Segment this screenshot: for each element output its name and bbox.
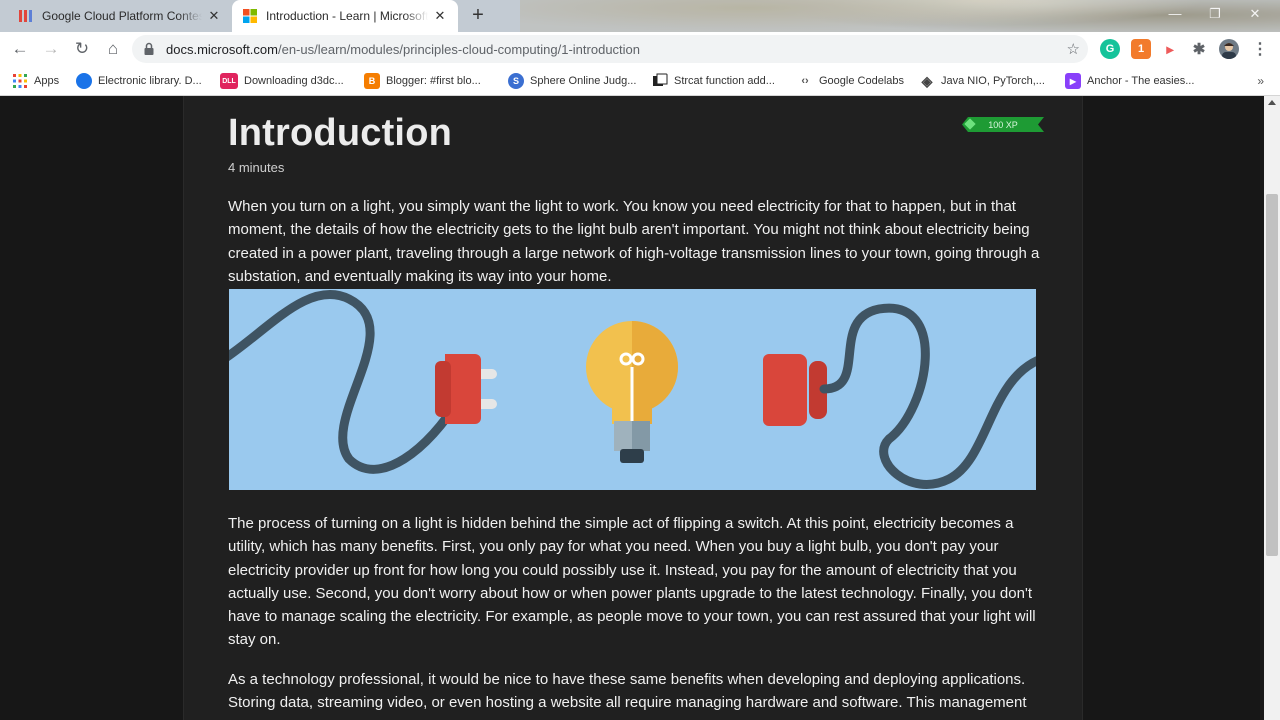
bookmark-label: Sphere Online Judg... [530,75,637,87]
bookmark-google-codelabs[interactable]: ‹› Google Codelabs [797,71,904,91]
diamond-icon: ◈ [921,72,933,89]
browser-toolbar: ← → ↻ ⌂ docs.microsoft.com/en-us/learn/m… [0,32,1280,66]
grammarly-icon[interactable]: G [1100,39,1120,59]
scroll-up-arrow-icon[interactable] [1268,100,1276,105]
new-tab-button[interactable]: + [466,4,490,28]
tab-introduction[interactable]: Introduction - Learn | Microsoft Docs ✕ [232,0,458,32]
minimize-button[interactable]: — [1165,6,1185,21]
bookmark-label: Google Codelabs [819,75,905,87]
restore-button[interactable]: ❐ [1205,6,1225,22]
paragraph-3: As a technology professional, it would b… [228,671,1027,720]
paragraph-1: When you turn on a light, you simply wan… [228,198,1040,285]
bookmark-page-icon [653,73,668,86]
blogger-icon: B [364,73,380,89]
bookmark-label: Strcat function add... [674,75,775,87]
home-button[interactable]: ⌂ [99,35,127,63]
dll-icon: DLL [220,73,238,89]
back-button[interactable]: ← [6,35,34,63]
page-title: Introduction [228,112,453,154]
anchor-icon: ▶ [1065,73,1081,89]
bookmark-label: Apps [34,75,60,87]
contest-favicon-icon [19,10,32,22]
reload-button[interactable]: ↻ [68,35,96,63]
microsoft-logo-icon [243,9,257,23]
spoj-icon: S [508,73,524,89]
xp-label: 100 XP [988,119,1018,130]
profile-avatar[interactable] [1219,39,1239,59]
screencast-icon[interactable]: ▸ [1160,39,1180,59]
bookmark-label: Electronic library. D... [98,75,202,87]
electricity-illustration [229,289,1036,490]
tab-close-icon[interactable]: ✕ [206,8,222,24]
scrollbar-thumb[interactable] [1266,194,1278,556]
codelabs-icon: ‹› [801,75,809,87]
address-bar[interactable]: docs.microsoft.com/en-us/learn/modules/p… [132,35,1088,63]
browser-menu-button[interactable]: ⋮ [1250,39,1270,59]
tab-title: Google Cloud Platform Contests [42,9,202,23]
bookmark-star-icon[interactable]: ☆ [1067,40,1080,58]
tab-gcp-contests[interactable]: Google Cloud Platform Contests ✕ [8,0,232,32]
bookmark-apps[interactable]: Apps [12,71,59,91]
bookmark-label: Java NIO, PyTorch,... [941,75,1045,87]
window-close-button[interactable]: ✕ [1245,6,1265,22]
page-scrollbar[interactable] [1264,96,1280,720]
paragraph-2: The process of turning on a light is hid… [228,515,1036,649]
forward-button[interactable]: → [37,35,65,63]
bookmark-java-nio[interactable]: ◈ Java NIO, PyTorch,... [919,71,1045,91]
tab-title: Introduction - Learn | Microsoft Docs [266,9,428,23]
bookmark-label: Downloading d3dc... [244,75,344,87]
bookmark-sphere-online-judge[interactable]: S Sphere Online Judg... [508,71,636,91]
bookmark-downloading-d3dc[interactable]: DLL Downloading d3dc... [220,71,344,91]
xp-gem-icon [964,118,975,129]
apps-grid-icon [13,74,27,88]
xp-badge: 100 XP [962,117,1044,132]
bookmarks-overflow-button[interactable]: » [1257,74,1264,88]
tab-close-icon[interactable]: ✕ [432,8,448,24]
bookmark-electronic-library[interactable]: Electronic library. D... [76,71,202,91]
bookmarks-bar: Apps Electronic library. D... DLL Downlo… [0,66,1280,96]
lock-icon [144,42,154,55]
bookmark-anchor[interactable]: ▶ Anchor - The easies... [1065,71,1194,91]
library-icon [76,73,92,89]
url-host: docs.microsoft.com [166,41,278,57]
url-text: docs.microsoft.com/en-us/learn/modules/p… [166,42,640,57]
bookmark-label: Anchor - The easies... [1087,75,1195,87]
url-path: /en-us/learn/modules/principles-cloud-co… [277,41,641,57]
bookmark-label: Blogger: #first blo... [386,75,481,87]
avatar-image [1222,43,1236,59]
bookmark-blogger[interactable]: B Blogger: #first blo... [364,71,481,91]
duration-label: 4 minutes [228,160,285,175]
extension-badge-icon[interactable]: 1 [1131,39,1151,59]
puzzle-icon[interactable]: ✱ [1189,39,1209,59]
tab-strip: Google Cloud Platform Contests ✕ Introdu… [0,0,1280,32]
bookmark-strcat[interactable]: Strcat function add... [652,71,775,91]
